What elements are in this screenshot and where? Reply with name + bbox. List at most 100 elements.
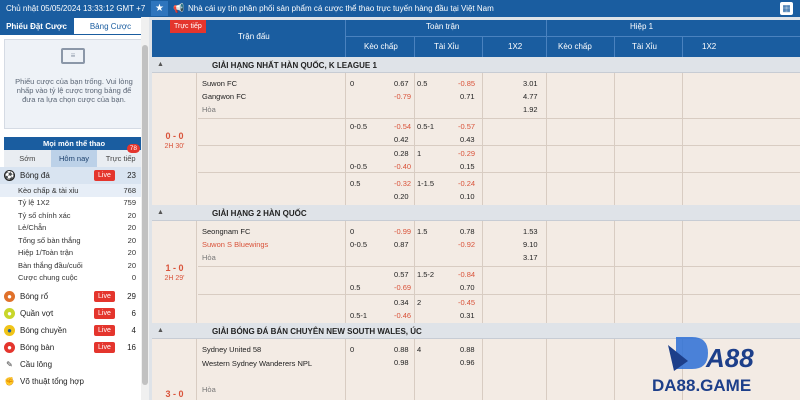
match-score: 1 - 0 [165, 263, 184, 273]
odds-cell[interactable]: -0.45 [458, 298, 475, 307]
sport-count: 29 [127, 292, 136, 301]
odds-cell[interactable]: 0.78 [460, 227, 475, 236]
odds-cell[interactable]: 0.57 [394, 270, 409, 279]
away-team[interactable]: Gangwon FC [202, 92, 246, 101]
table-row: 0.57 1.5-2 -0.84 0.5 -0.69 0.70 [198, 266, 800, 294]
tab-bet-slip[interactable]: Phiếu Đặt Cược [0, 17, 73, 35]
time-filter-tabs: Sớm Hôm nay Trực tiếp 78 [4, 144, 145, 167]
tab-bet-list[interactable]: Bảng Cược [73, 17, 148, 35]
sub-item-count: 20 [127, 223, 136, 233]
sub-item-count: 20 [127, 248, 136, 258]
tennis-ball-icon: ● [4, 308, 15, 319]
sport-item-basketball[interactable]: ● Bóng rổ Live 29 [0, 288, 148, 305]
sidebar-scroll-thumb[interactable] [142, 45, 148, 385]
odds-cell[interactable]: 0.43 [460, 135, 475, 144]
home-team[interactable]: Sydney United 58 [202, 345, 261, 354]
odds-cell[interactable]: 0.20 [394, 192, 409, 201]
odds-cell[interactable]: 0.34 [394, 298, 409, 307]
odds-cell[interactable]: 0.15 [460, 162, 475, 171]
sub-item-outright[interactable]: Cược chung cuộc 0 [0, 272, 148, 285]
odds-cell[interactable]: 4.77 [523, 92, 538, 101]
sub-item-label: Bàn thắng đầu/cuối [18, 260, 83, 270]
sub-item-count: 20 [127, 260, 136, 270]
handicap-line: 0.5 [350, 179, 361, 188]
odds-cell[interactable]: -0.24 [458, 179, 475, 188]
col-handicap: Kèo chấp [364, 42, 398, 51]
svg-text:A88: A88 [705, 343, 754, 373]
odds-cell[interactable]: -0.79 [394, 92, 411, 101]
odds-cell[interactable]: 9.10 [523, 240, 538, 249]
odds-cell[interactable]: -0.46 [394, 311, 411, 320]
svg-text:DA88.GAME: DA88.GAME [652, 376, 751, 395]
sport-item-volleyball[interactable]: ● Bóng chuyền Live 4 [0, 322, 148, 339]
sub-item-half-full[interactable]: Hiệp 1/Toàn trận 20 [0, 247, 148, 260]
odds-cell[interactable]: 0.70 [460, 283, 475, 292]
tab-early[interactable]: Sớm [4, 150, 51, 167]
betslip-tabs: Phiếu Đặt Cược Bảng Cược [0, 17, 148, 35]
odds-cell[interactable]: -0.54 [394, 122, 411, 131]
live-filter-badge[interactable]: Trực tiếp [170, 20, 206, 33]
sub-item-first-last-goal[interactable]: Bàn thắng đầu/cuối 20 [0, 259, 148, 272]
home-team[interactable]: Seongnam FC [202, 227, 250, 236]
league-name: GIẢI HẠNG NHẤT HÀN QUỐC, K LEAGUE 1 [212, 61, 377, 70]
odds-cell[interactable]: 0.87 [394, 240, 409, 249]
sport-item-table-tennis[interactable]: ● Bóng bàn Live 16 [0, 339, 148, 356]
odds-cell[interactable]: 0.28 [394, 149, 409, 158]
col-match: Trận đấu [238, 32, 270, 41]
sport-item-tennis[interactable]: ● Quần vợt Live 6 [0, 305, 148, 322]
league-header[interactable]: ▲ GIẢI HẠNG NHẤT HÀN QUỐC, K LEAGUE 1 [152, 57, 800, 73]
odds-cell[interactable]: -0.69 [394, 283, 411, 292]
odds-cell[interactable]: -0.32 [394, 179, 411, 188]
away-team[interactable]: Western Sydney Wanderers NPL [202, 358, 322, 370]
odds-cell[interactable]: 1.53 [523, 227, 538, 236]
odds-cell[interactable]: 0.31 [460, 311, 475, 320]
odds-cell[interactable]: 3.01 [523, 79, 538, 88]
odds-cell[interactable]: 0.88 [460, 345, 475, 354]
league-header[interactable]: ▲ GIẢI HẠNG 2 HÀN QUỐC [152, 205, 800, 221]
tab-today[interactable]: Hôm nay [50, 150, 98, 167]
collapse-caret-icon[interactable]: ▲ [157, 327, 164, 334]
top-bar: Chủ nhật 05/05/2024 13:33:12 GMT +7 ★ 📢 … [0, 0, 800, 17]
odds-cell[interactable]: 0.98 [394, 358, 409, 367]
sub-item-total-goals[interactable]: Tổng số bàn thắng 20 [0, 234, 148, 247]
odds-cell[interactable]: -0.57 [458, 122, 475, 131]
live-badge: Live [94, 291, 115, 302]
volleyball-icon: ● [4, 325, 15, 336]
home-team[interactable]: Suwon FC [202, 79, 237, 88]
table-row: 0-0.5 -0.54 0.5-1 -0.57 0.42 0.43 [198, 118, 800, 145]
odds-cell[interactable]: 0.88 [394, 345, 409, 354]
sport-label: Bóng đá [20, 171, 50, 180]
odds-cell[interactable]: -0.40 [394, 162, 411, 171]
odds-cell[interactable]: 0.71 [460, 92, 475, 101]
collapse-caret-icon[interactable]: ▲ [157, 61, 164, 68]
sport-item-soccer[interactable]: ⚽ Bóng đá Live 23 [0, 167, 148, 184]
collapse-caret-icon[interactable]: ▲ [157, 209, 164, 216]
star-icon[interactable]: ★ [151, 1, 168, 16]
divider [414, 36, 415, 57]
sport-item-badminton[interactable]: ✎ Cầu lông [0, 356, 148, 373]
odds-cell[interactable]: -0.92 [458, 240, 475, 249]
away-team[interactable]: Suwon S Bluewings [202, 240, 268, 249]
odds-cell[interactable]: -0.99 [394, 227, 411, 236]
sub-item-count: 20 [127, 235, 136, 245]
table-row: 0.5 -0.32 1-1.5 -0.24 0.20 0.10 [198, 172, 800, 202]
draw-label: Hòa [202, 385, 216, 394]
odds-cell[interactable]: 0.10 [460, 192, 475, 201]
sub-item-odd-even[interactable]: Lẻ/Chẵn 20 [0, 222, 148, 235]
col-half-over-under: Tài Xỉu [632, 42, 657, 51]
sub-item-correct-score[interactable]: Tỷ số chính xác 20 [0, 209, 148, 222]
sub-item-1x2[interactable]: Tỷ lệ 1X2 759 [0, 197, 148, 210]
odds-cell[interactable]: 0.96 [460, 358, 475, 367]
odds-cell[interactable]: 0.67 [394, 79, 409, 88]
sub-item-count: 759 [123, 198, 136, 208]
sub-item-handicap-ou[interactable]: Kèo chấp & tài xỉu 768 [0, 184, 148, 197]
odds-cell[interactable]: -0.84 [458, 270, 475, 279]
odds-cell[interactable]: -0.29 [458, 149, 475, 158]
odds-cell[interactable]: 0.42 [394, 135, 409, 144]
odds-cell[interactable]: 3.17 [523, 253, 538, 262]
calendar-icon[interactable]: ▦ [780, 2, 793, 15]
odds-cell[interactable]: -0.85 [458, 79, 475, 88]
odds-cell[interactable]: 1.92 [523, 105, 538, 114]
sport-item-mma[interactable]: ✊ Võ thuật tổng hợp [0, 373, 148, 390]
sport-label: Võ thuật tổng hợp [20, 377, 84, 386]
